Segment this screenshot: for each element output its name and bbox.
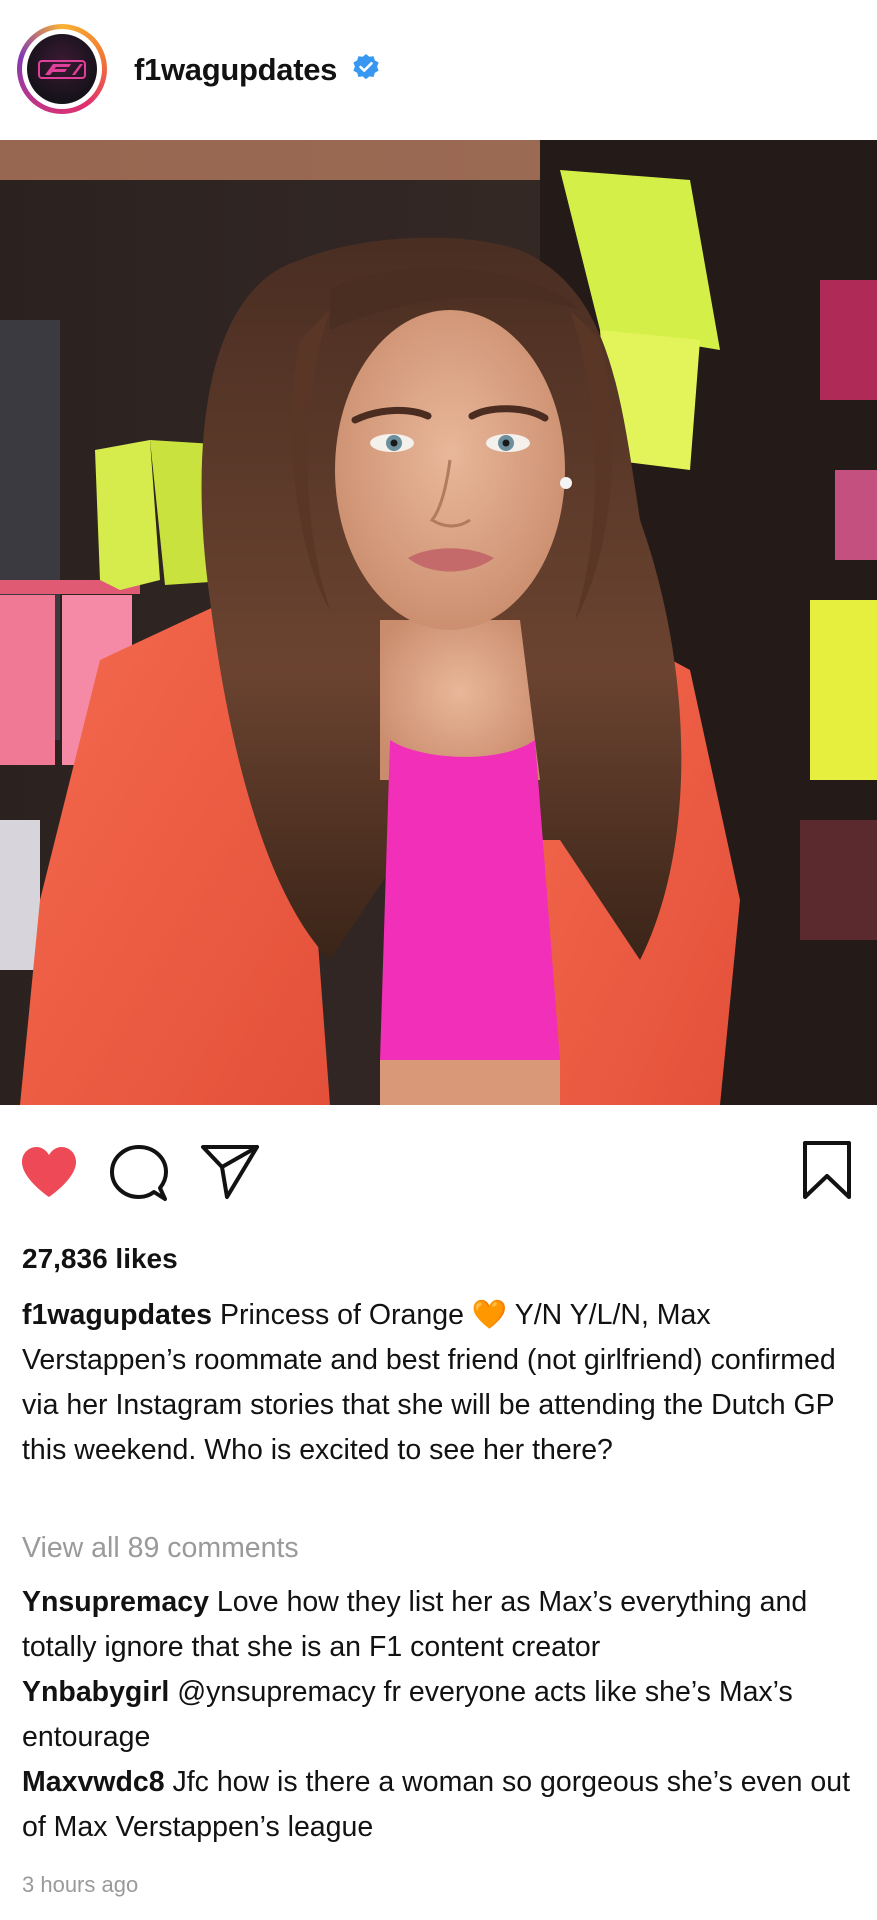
post-photo[interactable] xyxy=(0,140,877,1105)
comment-author[interactable]: Ynsupremacy xyxy=(22,1586,209,1618)
post-header: f1wagupdates xyxy=(0,0,877,140)
comment-item: Maxvwdc8 Jfc how is there a woman so gor… xyxy=(22,1760,862,1850)
caption-text: Princess of Orange xyxy=(219,1299,464,1331)
comment-bubble-icon[interactable] xyxy=(110,1144,168,1202)
paper-plane-icon[interactable] xyxy=(200,1144,260,1200)
post-timestamp: 3 hours ago xyxy=(22,1872,139,1897)
bookmark-icon[interactable] xyxy=(802,1140,852,1200)
orange-heart-emoji: 🧡 xyxy=(471,1299,508,1331)
comment-item: Ynsupremacy Love how they list her as Ma… xyxy=(22,1580,862,1670)
avatar[interactable] xyxy=(17,24,107,114)
post-caption: f1wagupdates Princess of Orange 🧡 Y/N Y/… xyxy=(22,1293,862,1473)
post-username[interactable]: f1wagupdates xyxy=(134,52,337,88)
caption-author[interactable]: f1wagupdates xyxy=(22,1299,212,1331)
comment-author[interactable]: Ynbabygirl xyxy=(22,1676,169,1708)
f1-logo-icon xyxy=(27,34,97,104)
comment-author[interactable]: Maxvwdc8 xyxy=(22,1766,165,1798)
comments-list: Ynsupremacy Love how they list her as Ma… xyxy=(22,1580,862,1850)
view-all-comments-link[interactable]: View all 89 comments xyxy=(22,1532,299,1565)
heart-filled-icon[interactable] xyxy=(20,1145,78,1199)
comment-item: Ynbabygirl @ynsupremacy fr everyone acts… xyxy=(22,1670,862,1760)
likes-count[interactable]: 27,836 likes xyxy=(22,1243,178,1275)
verified-badge-icon xyxy=(353,54,379,80)
